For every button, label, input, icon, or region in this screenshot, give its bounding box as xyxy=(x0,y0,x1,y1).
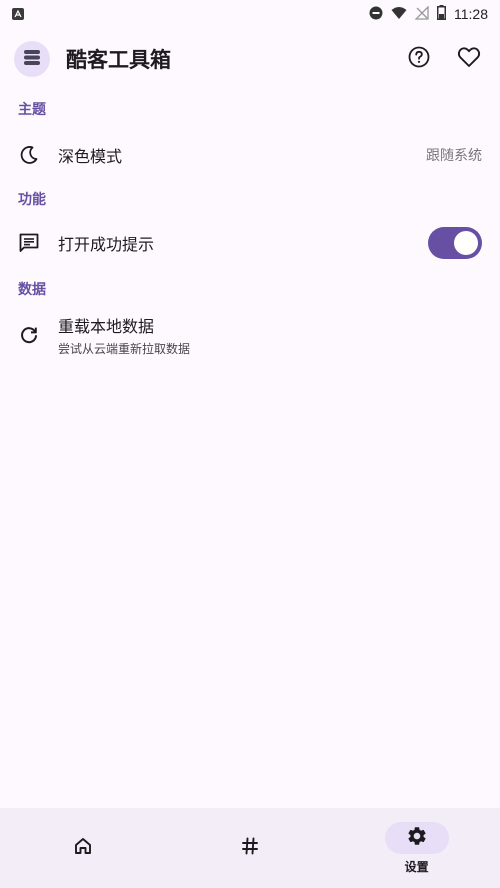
no-signal-icon xyxy=(414,4,429,24)
bottom-nav: 设置 xyxy=(0,808,500,888)
refresh-icon xyxy=(18,324,40,346)
open-tip-title: 打开成功提示 xyxy=(58,235,155,254)
favorite-icon xyxy=(457,46,481,72)
wifi-icon xyxy=(391,5,407,24)
help-icon xyxy=(408,46,430,72)
app-title: 酷客工具箱 xyxy=(66,48,171,72)
dark-mode-row[interactable]: 深色模式 跟随系统 xyxy=(0,138,500,172)
switch-thumb xyxy=(454,231,478,255)
nav-item-home[interactable] xyxy=(0,808,167,888)
status-bar: 11:28 xyxy=(0,0,500,28)
hash-icon xyxy=(240,836,260,860)
moon-icon xyxy=(18,144,40,166)
gear-icon xyxy=(406,825,428,851)
home-icon xyxy=(73,836,93,860)
status-time: 11:28 xyxy=(454,6,488,22)
section-header-features: 功能 xyxy=(18,192,46,208)
reload-data-subtitle: 尝试从云端重新拉取数据 xyxy=(58,342,191,356)
open-tip-row[interactable]: 打开成功提示 xyxy=(0,224,500,262)
reload-data-title: 重载本地数据 xyxy=(58,317,155,336)
section-header-data: 数据 xyxy=(18,282,46,298)
open-tip-switch[interactable] xyxy=(428,227,482,259)
nav-item-settings[interactable]: 设置 xyxy=(333,808,500,888)
app-bar: 酷客工具箱 xyxy=(0,36,500,82)
stack-icon xyxy=(22,47,42,71)
dark-mode-title: 深色模式 xyxy=(58,147,123,166)
nav-label-settings: 设置 xyxy=(404,859,429,874)
section-header-theme: 主题 xyxy=(18,102,46,118)
help-button[interactable] xyxy=(402,42,436,76)
nav-item-hash[interactable] xyxy=(167,808,334,888)
reload-data-row[interactable]: 重载本地数据 尝试从云端重新拉取数据 xyxy=(0,314,500,356)
notification-a-icon xyxy=(12,8,24,20)
app-logo xyxy=(14,41,50,77)
favorite-button[interactable] xyxy=(452,42,486,76)
dnd-icon xyxy=(369,5,383,24)
active-indicator xyxy=(384,821,449,854)
dark-mode-value: 跟随系统 xyxy=(426,148,482,164)
message-icon xyxy=(18,232,40,254)
battery-icon xyxy=(437,4,446,24)
